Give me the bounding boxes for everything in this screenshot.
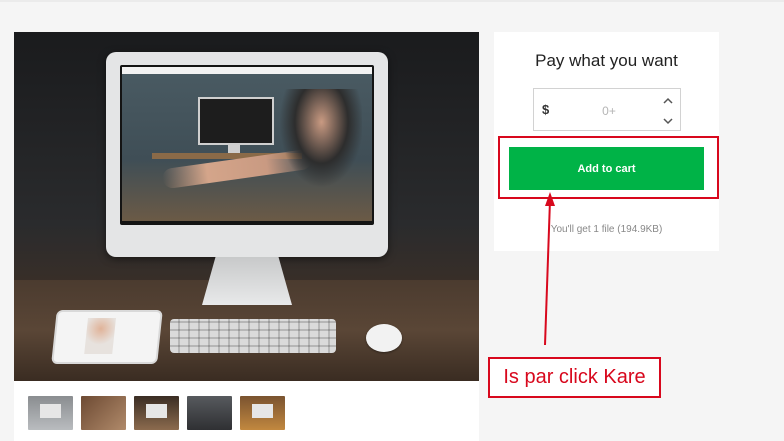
imac-screen [120, 65, 374, 225]
price-stepper[interactable] [660, 93, 676, 127]
thumbnail-screen [252, 404, 273, 418]
annotation-label: Is par click Kare [488, 357, 661, 398]
tablet [51, 310, 163, 364]
product-gallery [14, 32, 479, 441]
thumbnail-strip [28, 396, 285, 430]
keyboard [170, 319, 336, 353]
monitor-stand-in-screen [228, 143, 240, 153]
currency-symbol: $ [542, 102, 550, 117]
thumbnail-screen [146, 404, 167, 418]
screen-nav-bar [122, 67, 372, 74]
monitor-in-screen [198, 97, 274, 145]
thumbnail-3[interactable] [134, 396, 179, 430]
screen-content [122, 67, 372, 221]
file-info-text: You'll get 1 file (194.9KB) [550, 224, 663, 235]
imac-display [106, 52, 388, 257]
price-field[interactable]: $ [533, 88, 681, 131]
imac-stand [202, 257, 292, 305]
top-divider [0, 0, 784, 2]
tablet-image [84, 318, 116, 354]
mouse [366, 324, 402, 352]
person-in-screen [272, 89, 362, 199]
pay-what-you-want-title: Pay what you want [535, 51, 678, 70]
chevron-down-icon[interactable] [660, 118, 676, 135]
main-product-image[interactable] [14, 32, 479, 381]
price-input[interactable] [556, 97, 662, 125]
thumbnail-1[interactable] [28, 396, 73, 430]
button-highlight-box [498, 136, 719, 199]
thumbnail-2[interactable] [81, 396, 126, 430]
thumbnail-screen [40, 404, 61, 418]
apple-logo-icon [239, 234, 255, 252]
thumbnail-5[interactable] [240, 396, 285, 430]
chevron-up-icon[interactable] [660, 97, 676, 114]
thumbnail-4[interactable] [187, 396, 232, 430]
